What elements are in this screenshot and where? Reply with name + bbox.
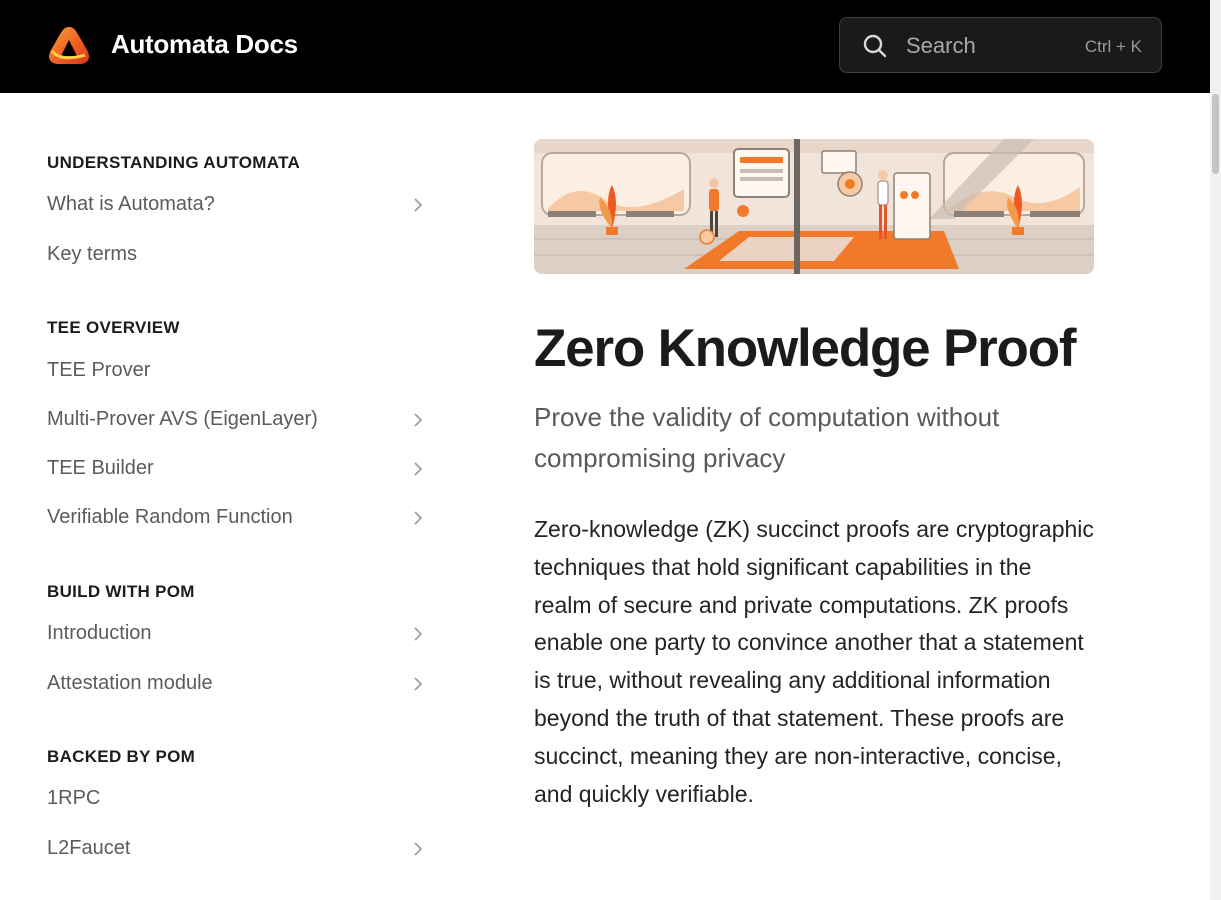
sidebar-item-tee-builder[interactable]: TEE Builder (47, 455, 427, 485)
sidebar-item-label: Verifiable Random Function (47, 506, 293, 528)
top-header: Automata Docs Ctrl + K (0, 0, 1210, 93)
sidebar-section-title: TEE OVERVIEW (47, 318, 180, 337)
sidebar-item-label: Attestation module (47, 672, 213, 694)
sidebar-item-label: Introduction (47, 622, 152, 644)
page-scrollbar[interactable] (1210, 0, 1221, 900)
sidebar-item-introduction[interactable]: Introduction (47, 620, 427, 650)
sidebar-item-1rpc[interactable]: 1RPC (47, 785, 427, 815)
sidebar-item-label: Key terms (47, 243, 138, 265)
intro-paragraph: Zero-knowledge (ZK) succinct proofs are … (534, 516, 1094, 807)
sidebar-section-title: UNDERSTANDING AUTOMATA (47, 153, 301, 172)
sidebar-item-label: Multi-Prover AVS (EigenLayer) (47, 408, 318, 430)
chevron-right-icon[interactable] (411, 412, 425, 428)
docs-sidebar: UNDERSTANDING AUTOMATA What is Automata?… (0, 93, 470, 900)
sidebar-item-l2faucet[interactable]: L2Faucet (47, 835, 427, 865)
search-input[interactable] (904, 28, 1078, 64)
hero-illustration (534, 139, 1094, 274)
page-title: Zero Knowledge Proof (534, 319, 1077, 378)
sidebar-item-label: 1RPC (47, 787, 101, 809)
sidebar-section-title: BACKED BY POM (47, 747, 196, 766)
chevron-right-icon[interactable] (411, 461, 425, 477)
search-icon (863, 34, 887, 58)
sidebar-item-tee-prover[interactable]: TEE Prover (47, 357, 427, 387)
sidebar-item-verifiable-random-function[interactable]: Verifiable Random Function (47, 504, 427, 534)
chevron-right-icon[interactable] (411, 197, 425, 213)
sidebar-section-title: BUILD WITH POM (47, 582, 195, 601)
chevron-right-icon[interactable] (411, 510, 425, 526)
chevron-right-icon[interactable] (411, 676, 425, 692)
sidebar-item-key-terms[interactable]: Key terms (47, 241, 427, 271)
search-box[interactable]: Ctrl + K (839, 17, 1162, 73)
search-shortcut-hint: Ctrl + K (1084, 37, 1142, 56)
sidebar-item-what-is-automata[interactable]: What is Automata? (47, 191, 427, 221)
sidebar-item-label: TEE Builder (47, 457, 154, 479)
sidebar-item-attestation-module[interactable]: Attestation module (47, 670, 427, 700)
sidebar-item-label: L2Faucet (47, 837, 131, 859)
site-title[interactable]: Automata Docs (111, 29, 298, 60)
automata-logo-icon[interactable] (47, 25, 91, 67)
chevron-right-icon[interactable] (411, 841, 425, 857)
page-subtitle: Prove the validity of computation withou… (534, 402, 1000, 473)
chevron-right-icon[interactable] (411, 626, 425, 642)
sidebar-item-label: TEE Prover (47, 359, 151, 381)
sidebar-item-label: What is Automata? (47, 193, 215, 215)
sidebar-item-multi-prover-avs[interactable]: Multi-Prover AVS (EigenLayer) (47, 406, 427, 436)
scrollbar-thumb[interactable] (1212, 94, 1219, 174)
